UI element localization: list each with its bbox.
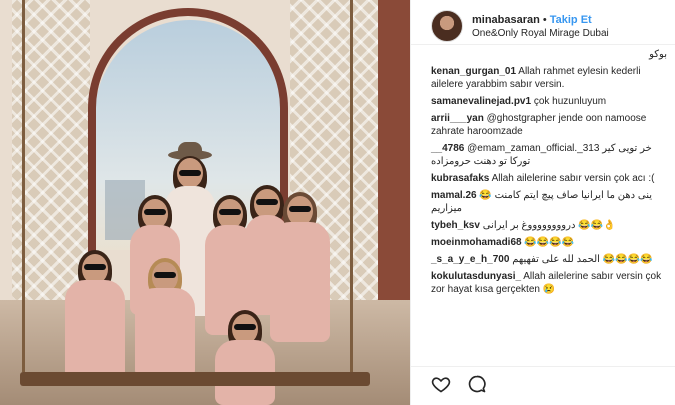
comment-username[interactable]: _s_a_y_e_h_700 [431, 254, 509, 265]
header-divider [411, 44, 675, 45]
comment-item: kubrasafaks Allah ailelerine sabır versi… [431, 172, 667, 185]
post-photo [0, 0, 410, 405]
comment-text: بوکو [649, 49, 667, 60]
post-location[interactable]: One&Only Royal Mirage Dubai [472, 27, 609, 41]
comment-username[interactable]: samanevalinejad.pv1 [431, 96, 531, 107]
photo-person [65, 250, 125, 380]
comment-item: _s_a_y_e_h_700 الحمد لله علی تفهیهم 😂😂😂😂 [431, 253, 667, 266]
post-sidebar: minabasaran • Takip Et One&Only Royal Mira… [410, 0, 675, 405]
comment-text: 😂😂😂😂 [524, 237, 575, 248]
follow-button[interactable]: Takip Et [550, 14, 592, 26]
photo-person [270, 192, 330, 342]
comment-username[interactable]: __4786 [431, 143, 464, 154]
separator-dot: • [542, 13, 547, 26]
comment-text: çok huzunluyum [533, 96, 607, 107]
comment-item: tybeh_ksv درووووووووغ بر ایرانی 😂😂👌 [431, 219, 667, 232]
photo-person [135, 258, 195, 378]
post-username[interactable]: minabasaran [472, 14, 540, 26]
comment-text: الحمد لله علی تفهیهم 😂😂😂😂 [512, 254, 653, 265]
comment-username[interactable]: kubrasafaks [431, 173, 489, 184]
comment-item: بوکو [431, 48, 667, 61]
photo-swing-rope [22, 0, 25, 372]
comment-item: kokulutasdunyasi_ Allah ailelerine sabır… [431, 270, 667, 296]
comment-item: __4786 @emam_zaman_official._313 خر تویی… [431, 142, 667, 168]
comment-text: @emam_zaman_official._313 خر تویی کیر تو… [431, 143, 652, 167]
avatar[interactable] [431, 10, 463, 42]
comment-list: بوکو kenan_gurgan_01 Allah rahmet eylesi… [431, 48, 667, 300]
comment-username[interactable]: moeinmohamadi68 [431, 237, 522, 248]
comment-icon[interactable] [467, 374, 487, 394]
comment-username[interactable]: arrii___yan [431, 113, 484, 124]
comment-username[interactable]: kokulutasdunyasi_ [431, 271, 521, 282]
comment-item: kenan_gurgan_01 Allah rahmet eylesin ked… [431, 65, 667, 91]
photo-swing-rope [350, 0, 353, 372]
photo-person [215, 310, 275, 405]
comment-item: moeinmohamadi68 😂😂😂😂 [431, 236, 667, 249]
comment-item: mamal.26 ینی دهن ما ایرانیا صاف پیچ ایتم… [431, 189, 667, 215]
comment-text: درووووووووغ بر ایرانی 😂😂👌 [482, 220, 616, 231]
comment-item: samanevalinejad.pv1 çok huzunluyum [431, 95, 667, 108]
heart-icon[interactable] [431, 374, 451, 394]
post-header-text: minabasaran • Takip Et One&Only Royal Mira… [472, 12, 609, 41]
instagram-post: minabasaran • Takip Et One&Only Royal Mira… [0, 0, 675, 405]
actions-divider [411, 366, 675, 367]
comment-username[interactable]: tybeh_ksv [431, 220, 480, 231]
action-bar [431, 374, 487, 394]
comment-item: arrii___yan @ghostgrapher jende oon namo… [431, 112, 667, 138]
post-header: minabasaran • Takip Et One&Only Royal Mira… [411, 0, 675, 46]
comment-text: Allah ailelerine sabır versin çok acı :( [491, 173, 655, 184]
comment-username[interactable]: kenan_gurgan_01 [431, 66, 516, 77]
comment-username[interactable]: mamal.26 [431, 190, 477, 201]
photo-swing [20, 372, 370, 386]
